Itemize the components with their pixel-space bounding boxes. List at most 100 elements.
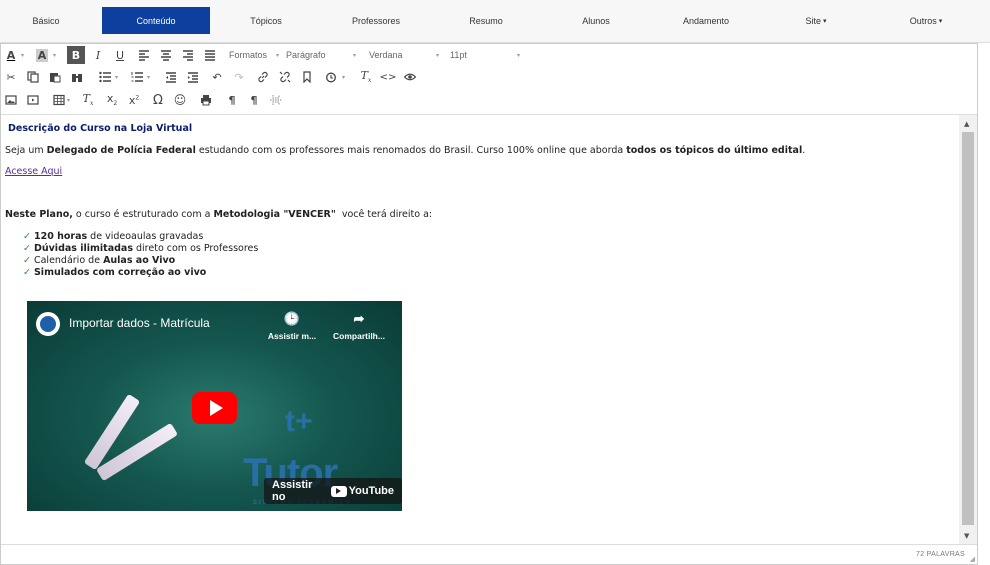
font-family-select[interactable]: Verdana ▾	[369, 46, 439, 64]
bold-text: Dúvidas ilimitadas	[33, 243, 133, 254]
bookmark-icon[interactable]	[298, 68, 316, 86]
find-icon[interactable]	[68, 68, 86, 86]
font-size-select[interactable]: 11pt ▾	[450, 46, 520, 64]
text-span: direto com os Professores	[132, 243, 259, 254]
list-item: ✓ Dúvidas ilimitadas direto com os Profes…	[23, 243, 258, 255]
superscript-icon[interactable]: x2	[125, 91, 143, 109]
page-break-icon[interactable]	[267, 91, 285, 109]
share-button[interactable]: ➦ Compartilh...	[329, 311, 389, 341]
print-icon[interactable]	[197, 91, 215, 109]
text-span: Calendário de	[33, 255, 104, 266]
check-icon: ✓	[23, 267, 31, 278]
special-character-icon[interactable]: Ω	[149, 91, 167, 109]
editor-content[interactable]: Descrição do Curso na Loja Virtual Seja …	[1, 115, 959, 544]
numbered-list-icon[interactable]	[128, 68, 146, 86]
tab-label: Conteúdo	[136, 15, 176, 26]
undo-icon[interactable]: ↶	[208, 68, 226, 86]
align-justify-icon[interactable]	[201, 46, 219, 64]
play-button[interactable]	[192, 392, 237, 424]
status-bar: 72 PALAVRAS ◢	[1, 544, 977, 564]
chevron-down-icon[interactable]: ▾	[67, 91, 75, 109]
outdent-icon[interactable]	[162, 68, 180, 86]
text-span: o curso é estruturado com a	[72, 209, 214, 220]
source-code-icon[interactable]: <>	[379, 68, 397, 86]
tab-topicos[interactable]: Tópicos	[216, 7, 316, 34]
watch-later-button[interactable]: 🕒 Assistir m...	[262, 311, 322, 341]
unlink-icon[interactable]	[276, 68, 294, 86]
tab-label: Professores	[351, 15, 401, 26]
channel-avatar[interactable]	[36, 312, 60, 336]
watch-on-youtube-button[interactable]: Assistir no YouTube	[264, 478, 402, 504]
tab-label: Básico	[32, 15, 60, 26]
clock-icon[interactable]	[322, 68, 340, 86]
image-icon[interactable]	[2, 91, 20, 109]
scrollbar-thumb[interactable]	[962, 132, 974, 525]
acesse-aqui-link[interactable]: Acesse Aqui	[5, 166, 62, 177]
preview-icon[interactable]	[401, 68, 419, 86]
video-title[interactable]: Importar dados - Matrícula	[69, 316, 210, 330]
tab-andamento[interactable]: Andamento	[656, 7, 756, 34]
toolbar-row-1: A ▾ A ▾ B I U Formatos ▾ Parágrafo ▾ Verda…	[1, 44, 977, 67]
tab-outros[interactable]: Outros ▾	[876, 7, 976, 34]
align-center-icon[interactable]	[157, 46, 175, 64]
emoticons-icon[interactable]: ☺	[171, 91, 189, 109]
scroll-down-icon[interactable]: ▼	[964, 532, 969, 540]
bullet-list-icon[interactable]	[96, 68, 114, 86]
chevron-down-icon: ▾	[516, 52, 520, 59]
copy-icon[interactable]	[24, 68, 42, 86]
chevron-down-icon[interactable]: ▾	[147, 68, 155, 86]
toolbar-row-3: ▾ Tx x2 x2 Ω ☺ ¶ ¶	[1, 89, 977, 112]
link-icon[interactable]	[254, 68, 272, 86]
table-icon[interactable]	[50, 91, 68, 109]
subscript-icon[interactable]: x2	[103, 91, 121, 109]
chevron-down-icon[interactable]: ▾	[21, 46, 29, 64]
tab-label: Tópicos	[250, 15, 282, 26]
tab-bar: Básico Conteúdo Tópicos Professores Resu…	[0, 0, 990, 43]
bold-text: Aulas ao Vivo	[103, 255, 176, 266]
redo-icon[interactable]: ↷	[230, 68, 248, 86]
chevron-down-icon[interactable]: ▾	[53, 46, 61, 64]
tab-site[interactable]: Site ▾	[766, 7, 866, 34]
tab-basico[interactable]: Básico	[0, 7, 92, 34]
chevron-down-icon[interactable]: ▾	[115, 68, 123, 86]
bold-text: todos os tópicos do último edital	[626, 145, 803, 156]
background-color-icon[interactable]: A	[33, 46, 51, 64]
paragraph-mark-icon[interactable]: ¶	[223, 91, 241, 109]
clear-formatting-icon[interactable]: Tx	[357, 68, 375, 86]
plan-paragraph: Neste Plano, o curso é estruturado com a…	[5, 209, 432, 220]
clock-icon: 🕒	[283, 311, 301, 326]
resize-grip-icon[interactable]: ◢	[970, 555, 975, 563]
caret-down-icon: ▾	[938, 17, 943, 25]
bold-text: Metodologia "VENCER"	[213, 209, 336, 220]
formats-label: Formatos	[229, 50, 268, 60]
text-color-icon[interactable]: A	[2, 46, 20, 64]
toolbar-row-2: ✂ ▾ ▾ ↶ ↷ ▾ Tx <>	[1, 66, 977, 89]
indent-icon[interactable]	[184, 68, 202, 86]
align-left-icon[interactable]	[135, 46, 153, 64]
vertical-scrollbar[interactable]: ▲ ▼	[959, 115, 977, 544]
bold-icon[interactable]: B	[67, 46, 85, 64]
tab-conteudo[interactable]: Conteúdo	[102, 7, 210, 34]
word-count: 72 PALAVRAS	[916, 551, 965, 558]
underline-icon[interactable]: U	[111, 46, 129, 64]
tab-label: Site	[805, 15, 821, 26]
remove-format-icon[interactable]: Tx	[79, 91, 97, 109]
watch-on-label: Assistir no	[272, 479, 313, 503]
italic-icon[interactable]: I	[89, 46, 107, 64]
show-blocks-icon[interactable]: ¶	[245, 91, 263, 109]
tab-alunos[interactable]: Alunos	[546, 7, 646, 34]
content-heading: Descrição do Curso na Loja Virtual	[8, 123, 193, 134]
scroll-up-icon[interactable]: ▲	[964, 120, 969, 128]
check-icon: ✓	[23, 231, 31, 242]
align-right-icon[interactable]	[179, 46, 197, 64]
cut-icon[interactable]: ✂	[2, 68, 20, 86]
list-item: ✓ 120 horas de videoaulas gravadas	[23, 231, 258, 243]
paste-icon[interactable]	[46, 68, 64, 86]
tab-professores[interactable]: Professores	[326, 7, 426, 34]
media-icon[interactable]	[24, 91, 42, 109]
formats-select[interactable]: Formatos ▾	[229, 46, 279, 64]
chevron-down-icon[interactable]: ▾	[342, 68, 350, 86]
block-format-select[interactable]: Parágrafo ▾	[286, 46, 356, 64]
youtube-embed[interactable]: Importar dados - Matrícula 🕒 Assistir m..…	[27, 301, 402, 511]
tab-resumo[interactable]: Resumo	[436, 7, 536, 34]
